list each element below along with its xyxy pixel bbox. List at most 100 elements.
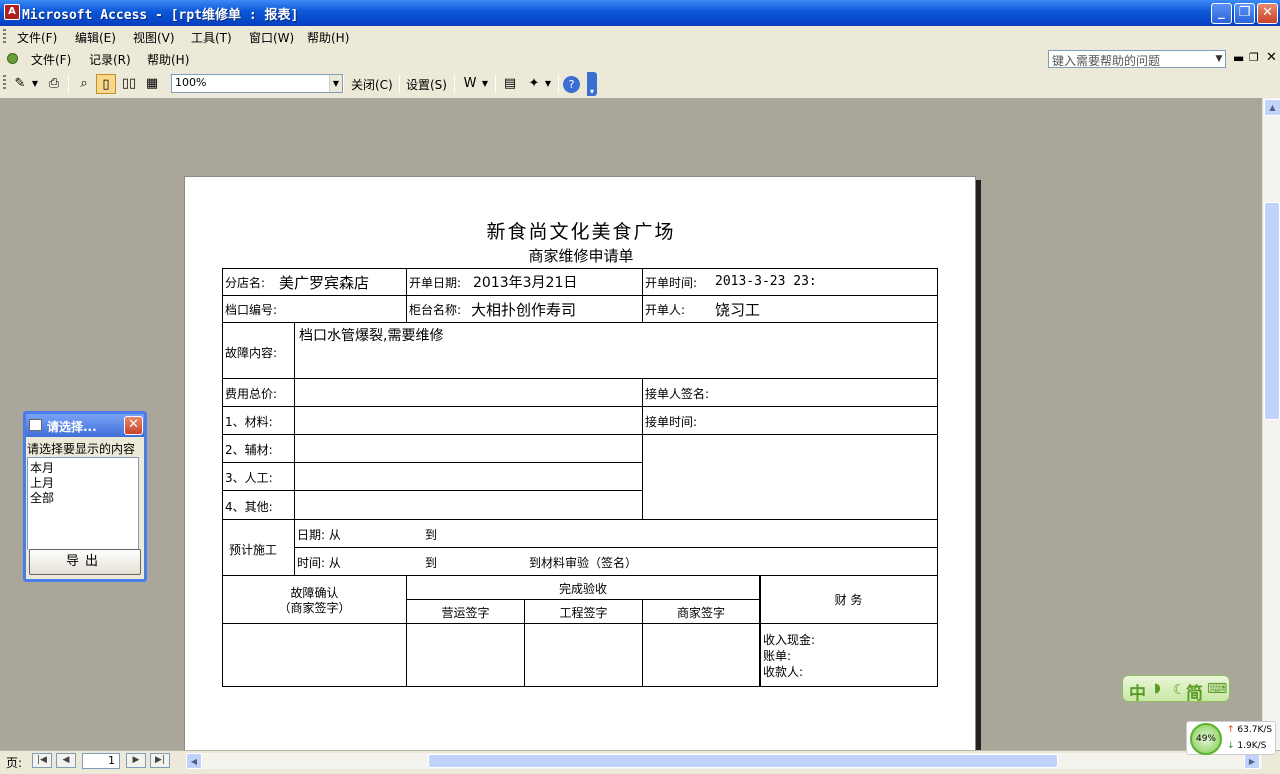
other-label: 4、其他: xyxy=(225,500,273,514)
new-object-icon[interactable]: ✦ xyxy=(524,74,544,94)
report-menu-records[interactable]: 记录(R) xyxy=(89,51,131,68)
branch-cell: 分店名: 美广罗宾森店 xyxy=(222,268,407,296)
horizontal-scrollbar[interactable]: ◀ ▶ xyxy=(186,753,1262,769)
multiple-pages-icon[interactable]: ▦ xyxy=(142,74,162,94)
opener-label: 开单人: xyxy=(645,303,686,317)
material-label-cell: 1、材料: xyxy=(222,406,295,435)
close-button[interactable]: ✕ xyxy=(1257,3,1278,24)
database-window-icon[interactable]: ▤ xyxy=(500,74,520,94)
plan-time-cell: 时间: 从 到 到材料审验（签名） xyxy=(294,547,938,576)
toolbar-grip[interactable] xyxy=(3,75,6,91)
open-time-cell: 开单时间: 2013-3-23 23: xyxy=(642,268,938,296)
chevron-down-icon[interactable]: ▼ xyxy=(1213,51,1225,67)
page-setup-button[interactable]: 设置(S) xyxy=(406,76,447,93)
fault-confirm-sign-area xyxy=(222,623,407,687)
receive-time-cell: 接单时间: xyxy=(642,406,938,435)
page-number-input[interactable]: 1 xyxy=(82,753,120,769)
aux-material-label-cell: 2、辅材: xyxy=(222,434,295,463)
help-icon[interactable]: ? xyxy=(563,76,580,93)
minimize-button[interactable]: _ xyxy=(1211,3,1232,24)
help-search-box[interactable]: 键入需要帮助的问题 ▼ xyxy=(1048,50,1226,68)
chevron-down-icon[interactable]: ▼ xyxy=(30,74,40,94)
chevron-down-icon[interactable]: ▼ xyxy=(543,74,553,94)
previous-page-icon[interactable]: ◀ xyxy=(56,753,76,768)
design-view-icon[interactable]: ✎ xyxy=(10,74,30,94)
ime-mode-label[interactable]: 中 xyxy=(1129,679,1146,704)
other-value-cell xyxy=(294,490,643,520)
scroll-up-icon[interactable]: ▲ xyxy=(1264,99,1280,116)
toolbar-separator xyxy=(399,75,400,93)
close-preview-button[interactable]: 关闭(C) xyxy=(351,76,393,93)
merchant-sign-area xyxy=(642,623,760,687)
report-menu-file[interactable]: 文件(F) xyxy=(31,51,71,68)
two-pages-icon[interactable]: ▯▯ xyxy=(119,74,139,94)
report-close-icon[interactable]: ✕ xyxy=(1266,50,1277,65)
zoom-value: 100% xyxy=(175,76,207,89)
opener-value: 饶习工 xyxy=(715,301,761,319)
open-date-value: 2013年3月21日 xyxy=(473,275,578,291)
net-usage-gauge: 49% xyxy=(1190,723,1222,755)
download-speed: ↓ 1.9K/S xyxy=(1227,741,1266,751)
close-icon[interactable]: ✕ xyxy=(124,416,143,435)
vertical-scrollbar[interactable]: ▲ xyxy=(1262,98,1280,750)
report-window-icon[interactable] xyxy=(7,53,18,64)
ime-toolbar[interactable]: 中 ◗ ☾ 简 ⌨ xyxy=(1122,675,1230,704)
aux-material-label: 2、辅材: xyxy=(225,443,273,457)
select-form-title-bar[interactable]: 请选择... ✕ xyxy=(26,414,144,437)
zoom-select[interactable]: 100% ▼ xyxy=(171,74,343,93)
export-button[interactable]: 导出 xyxy=(29,549,141,575)
menu-tools[interactable]: 工具(T) xyxy=(191,29,232,46)
first-page-icon[interactable]: |◀ xyxy=(32,753,52,768)
office-links-icon[interactable]: W xyxy=(460,74,480,94)
report-menu-help[interactable]: 帮助(H) xyxy=(147,51,189,68)
menu-window[interactable]: 窗口(W) xyxy=(249,29,294,46)
restore-button[interactable]: ❐ xyxy=(1234,3,1255,24)
print-icon[interactable]: ⎙ xyxy=(44,74,64,94)
chevron-down-icon[interactable]: ▼ xyxy=(329,75,342,92)
report-minimize-icon[interactable]: ▬ xyxy=(1233,51,1244,65)
receiver-sign-label: 接单人签名: xyxy=(645,387,710,401)
menu-grip[interactable] xyxy=(3,29,6,45)
ime-punctuation-icon[interactable]: ◗ xyxy=(1154,681,1161,696)
menu-edit[interactable]: 编辑(E) xyxy=(75,29,116,46)
help-search-placeholder: 键入需要帮助的问题 xyxy=(1052,54,1161,68)
zoom-icon[interactable]: ⌕ xyxy=(74,74,94,94)
next-page-icon[interactable]: ▶ xyxy=(126,753,146,768)
finance-cell: 财 务 xyxy=(759,575,938,624)
scroll-left-icon[interactable]: ◀ xyxy=(186,753,202,769)
report-workspace: 新食尚文化美食广场 商家维修申请单 分店名: 美广罗宾森店 开单日期: 2013… xyxy=(0,98,1262,750)
window-title: Microsoft Access - [rpt维修单 : 报表] xyxy=(22,8,299,23)
one-page-icon[interactable]: ▯ xyxy=(96,74,116,94)
ime-script-label[interactable]: 简 xyxy=(1186,679,1203,704)
menu-file[interactable]: 文件(F) xyxy=(17,29,57,46)
network-monitor[interactable]: 49% ↑ 63.7K/S ↓ 1.9K/S xyxy=(1186,721,1276,755)
eng-sign-area xyxy=(524,623,643,687)
fault-content-cell: 档口水管爆裂,需要维修 xyxy=(294,322,938,379)
vertical-scroll-thumb[interactable] xyxy=(1264,202,1280,420)
page-label: 页: xyxy=(6,756,23,770)
opener-cell: 开单人: 饶习工 xyxy=(642,295,938,323)
time-from-label: 时间: 从 xyxy=(297,556,341,570)
fault-value: 档口水管爆裂,需要维修 xyxy=(299,328,444,344)
title-bar[interactable]: A Microsoft Access - [rpt维修单 : 报表] _ ❐ ✕ xyxy=(0,0,1280,26)
list-item-all[interactable]: 全部 xyxy=(30,489,54,506)
counter-name-label: 柜台名称: xyxy=(409,303,462,317)
horizontal-scroll-thumb[interactable] xyxy=(428,754,1058,768)
last-page-icon[interactable]: ▶| xyxy=(150,753,170,768)
arrow-up-icon: ↑ xyxy=(1227,725,1235,735)
counter-name-cell: 柜台名称: 大相扑创作寿司 xyxy=(406,295,643,323)
plan-date-cell: 日期: 从 到 xyxy=(294,519,938,548)
period-listbox[interactable]: 本月 上月 全部 xyxy=(27,457,139,550)
report-restore-icon[interactable]: ❐ xyxy=(1249,51,1259,64)
toolbar-options-icon[interactable]: ▾ xyxy=(587,72,597,96)
scroll-right-icon[interactable]: ▶ xyxy=(1244,753,1260,769)
menu-view[interactable]: 视图(V) xyxy=(133,29,175,46)
menu-help[interactable]: 帮助(H) xyxy=(307,29,349,46)
stall-no-label: 档口编号: xyxy=(225,303,278,317)
ime-moon-icon[interactable]: ☾ xyxy=(1173,682,1186,698)
ime-keyboard-icon[interactable]: ⌨ xyxy=(1207,681,1227,697)
total-cost-value-cell xyxy=(294,378,643,407)
other-label-cell: 4、其他: xyxy=(222,490,295,520)
access-app-icon[interactable]: A xyxy=(4,4,20,20)
chevron-down-icon[interactable]: ▼ xyxy=(480,74,490,94)
